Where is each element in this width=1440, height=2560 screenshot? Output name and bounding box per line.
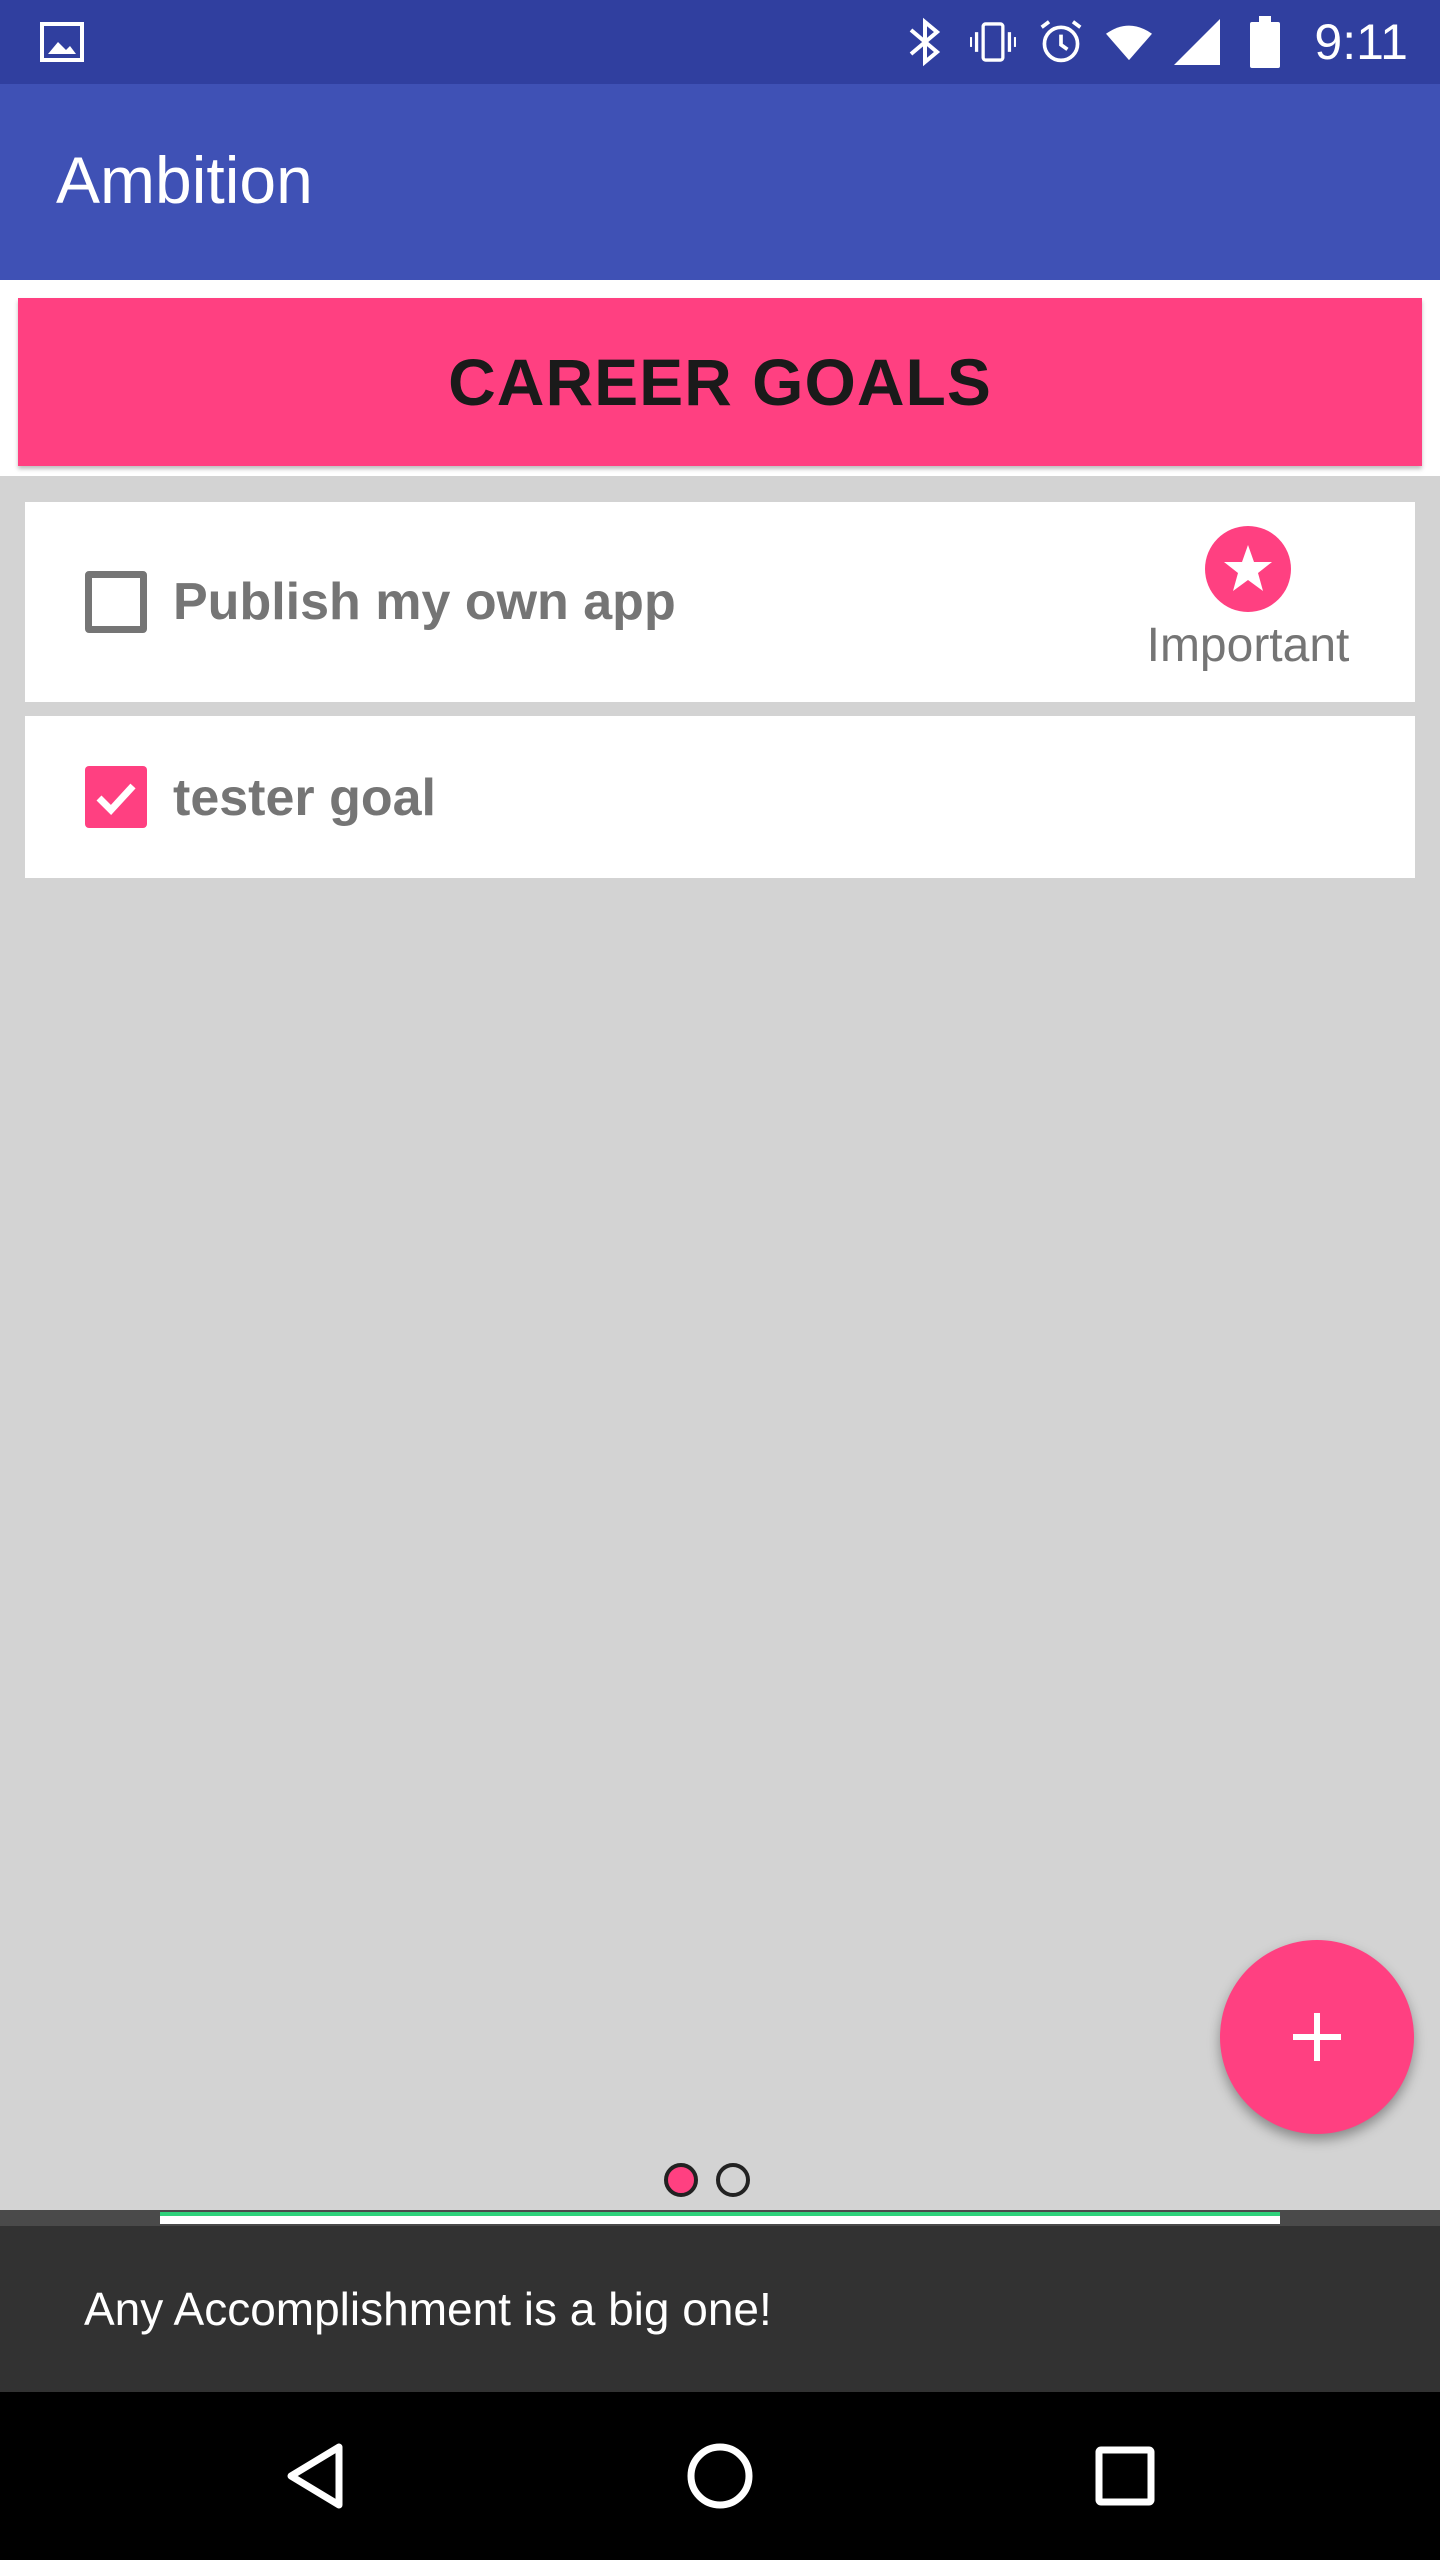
snackbar-edge: [0, 2210, 1440, 2226]
important-marker[interactable]: Important: [1133, 526, 1363, 673]
back-icon[interactable]: [268, 2426, 368, 2526]
recents-icon[interactable]: [1075, 2426, 1175, 2526]
star-icon: [1205, 526, 1291, 612]
alarm-icon: [1038, 16, 1084, 68]
goal-card[interactable]: tester goal: [25, 716, 1415, 878]
goal-text: Publish my own app: [173, 573, 676, 631]
home-icon[interactable]: [670, 2426, 770, 2526]
navigation-bar: [0, 2392, 1440, 2560]
snackbar-message: Any Accomplishment is a big one!: [84, 2283, 772, 2335]
app-bar: Ambition: [0, 84, 1440, 280]
add-goal-button[interactable]: [1220, 1940, 1414, 2134]
app-title: Ambition: [56, 143, 313, 217]
important-label: Important: [1146, 619, 1350, 672]
battery-icon: [1242, 16, 1288, 68]
page-dot-active[interactable]: [664, 2163, 698, 2197]
wifi-icon: [1106, 16, 1153, 68]
category-title: CAREER GOALS: [448, 345, 992, 419]
snackbar: Any Accomplishment is a big one!: [0, 2226, 1440, 2392]
category-header[interactable]: CAREER GOALS: [18, 298, 1422, 466]
signal-icon: [1174, 16, 1221, 68]
goal-card[interactable]: Publish my own app Important: [25, 502, 1415, 702]
add-icon: [1293, 2013, 1341, 2061]
vibrate-icon: [970, 16, 1017, 68]
status-bar: 9:11: [0, 0, 1440, 84]
page-dot[interactable]: [716, 2163, 750, 2197]
image-icon: [40, 20, 84, 64]
goal-text: tester goal: [173, 769, 436, 827]
clock-time: 9:11: [1314, 14, 1408, 70]
bluetooth-icon: [902, 16, 948, 68]
page-indicator: [664, 2163, 768, 2197]
goal-checkbox[interactable]: [85, 571, 147, 633]
goal-checkbox[interactable]: [85, 766, 147, 828]
check-icon: [96, 783, 136, 816]
